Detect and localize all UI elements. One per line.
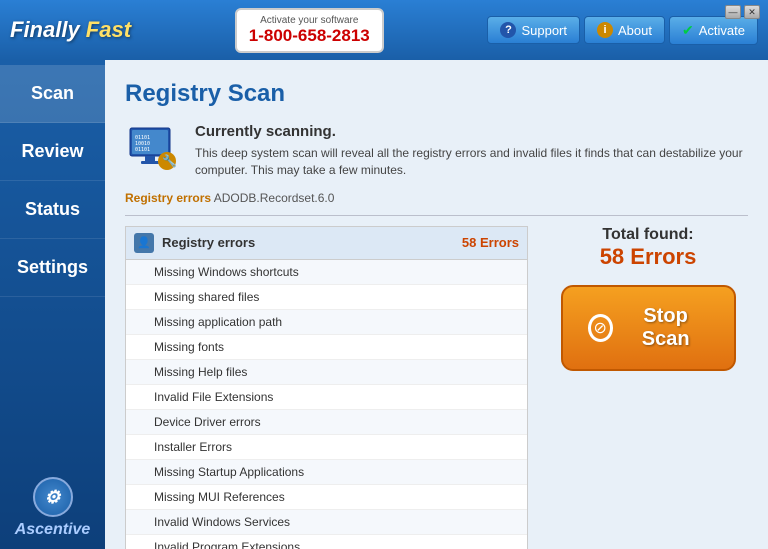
sidebar-item-review[interactable]: Review (0, 123, 105, 181)
error-row: Invalid Program Extensions (126, 535, 527, 549)
divider (125, 215, 748, 216)
support-icon: ? (500, 22, 516, 38)
error-row: Missing MUI References (126, 485, 527, 510)
about-button[interactable]: i About (584, 16, 665, 44)
stop-scan-button[interactable]: ⊘ Stop Scan (561, 285, 736, 371)
error-row: Invalid Windows Services (126, 510, 527, 535)
total-found-label: Total found: (600, 226, 697, 244)
error-row: Missing Windows shortcuts (126, 260, 527, 285)
registry-errors-label: Registry errors (125, 191, 211, 205)
scan-description-text: This deep system scan will reveal all th… (195, 145, 748, 179)
error-row: Missing application path (126, 310, 527, 335)
registry-icon: 👤 (134, 233, 154, 253)
registry-path-line: Registry errors ADODB.Recordset.6.0 (125, 191, 748, 205)
scan-body: 👤 Registry errors 58 Errors Missing Wind… (125, 226, 748, 549)
errors-header-count: 58 Errors (462, 235, 519, 250)
sidebar-item-settings[interactable]: Settings (0, 239, 105, 297)
right-panel: Total found: 58 Errors ⊘ Stop Scan (548, 226, 748, 549)
sidebar-item-status[interactable]: Status (0, 181, 105, 239)
errors-list-header: 👤 Registry errors 58 Errors (126, 227, 527, 260)
error-row: Missing shared files (126, 285, 527, 310)
phone-number: 1-800-658-2813 (249, 26, 370, 45)
checkmark-icon: ✔ (682, 22, 694, 39)
sidebar: Scan Review Status Settings ⚙ Ascentive (0, 60, 105, 549)
stop-scan-label: Stop Scan (623, 305, 709, 351)
content-area: Registry Scan 01101 10010 01101 🔧 Curren… (105, 60, 768, 549)
scan-computer-icon: 01101 10010 01101 🔧 (125, 123, 180, 178)
svg-text:01101: 01101 (135, 147, 150, 153)
activate-label: Activate (699, 23, 745, 38)
minimize-button[interactable]: — (725, 5, 741, 19)
error-row: Missing fonts (126, 335, 527, 360)
errors-header-title: Registry errors (162, 235, 462, 250)
title-bar: Finally Fast Activate your software 1-80… (0, 0, 768, 60)
scan-description: Currently scanning. This deep system sca… (195, 123, 748, 179)
page-title: Registry Scan (125, 80, 748, 108)
error-row: Installer Errors (126, 435, 527, 460)
error-row: Missing Startup Applications (126, 460, 527, 485)
app-title: Finally Fast (10, 17, 131, 43)
scan-status-title: Currently scanning. (195, 123, 748, 140)
total-found: Total found: 58 Errors (600, 226, 697, 270)
error-row: Missing Help files (126, 360, 527, 385)
error-row: Invalid File Extensions (126, 385, 527, 410)
total-found-count: 58 Errors (600, 244, 697, 270)
registry-path-detail: ADODB.Recordset.6.0 (214, 191, 335, 205)
top-nav: ? Support i About ✔ Activate (487, 16, 758, 45)
stop-icon: ⊘ (588, 314, 613, 342)
main-layout: Scan Review Status Settings ⚙ Ascentive … (0, 60, 768, 549)
sidebar-logo: ⚙ Ascentive (0, 467, 105, 549)
logo-icon: ⚙ (33, 477, 73, 517)
svg-text:🔧: 🔧 (162, 153, 177, 168)
about-label: About (618, 23, 652, 38)
sidebar-item-scan[interactable]: Scan (0, 65, 105, 123)
errors-list: 👤 Registry errors 58 Errors Missing Wind… (125, 226, 528, 549)
scan-header: 01101 10010 01101 🔧 Currently scanning. … (125, 123, 748, 179)
error-row: Device Driver errors (126, 410, 527, 435)
activate-label: Activate your software (249, 15, 370, 26)
support-button[interactable]: ? Support (487, 16, 580, 44)
close-button[interactable]: ✕ (744, 5, 760, 19)
activate-button[interactable]: ✔ Activate (669, 16, 758, 45)
activate-box: Activate your software 1-800-658-2813 (235, 8, 384, 53)
window-controls: — ✕ (725, 5, 760, 19)
support-label: Support (521, 23, 567, 38)
about-icon: i (597, 22, 613, 38)
